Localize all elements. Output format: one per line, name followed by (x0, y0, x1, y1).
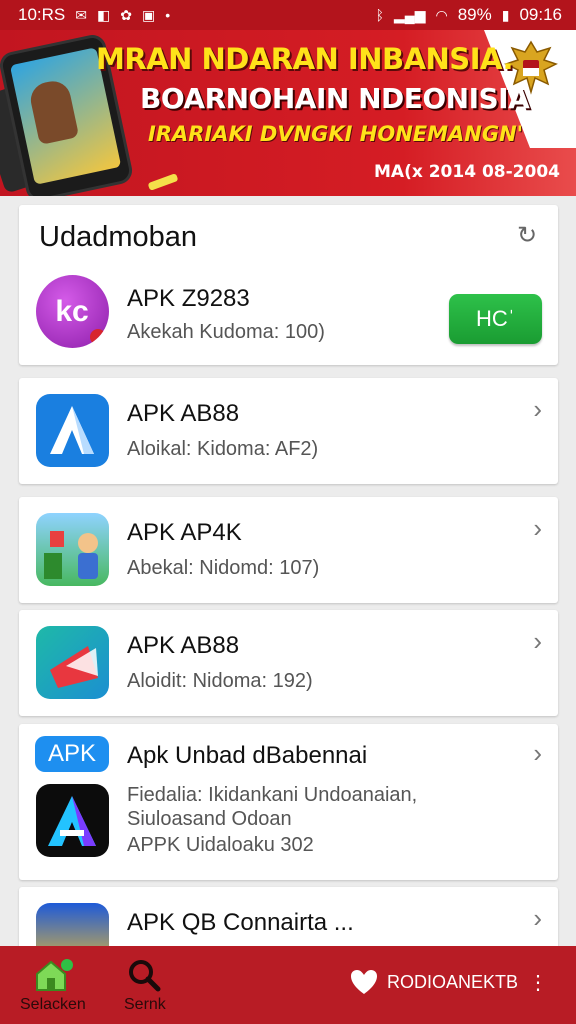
battery-percent: 89% (457, 5, 492, 24)
list-item[interactable]: APK AB88 Aloikal: Kidoma: AF2) › (19, 378, 558, 484)
chevron-right-icon[interactable]: › (533, 513, 542, 544)
banner-title-1: MRAN NDARAN INBANSIA. (96, 42, 513, 76)
dot-icon: • (165, 7, 171, 23)
app-icon-kc[interactable]: kc (36, 275, 109, 348)
svg-text:kc: kc (55, 295, 88, 328)
banner-subtitle: IRARIAKI DVNGKI HONEMANGN' (148, 122, 524, 146)
chevron-right-icon[interactable]: › (533, 394, 542, 425)
banner-title-2: BOARNOHAIN NDEONISIA (140, 82, 530, 115)
more-options-icon[interactable]: ⋮ (528, 970, 548, 995)
promo-line-3: APPK Uidaloaku 302 (127, 834, 314, 856)
app-subtitle: Aloidit: Nidoma: 192) (127, 670, 313, 692)
app-icon-ab88-2 (36, 626, 109, 699)
promo-card[interactable]: APK Apk Unbad dBabennai Fiedalia: Ikidan… (19, 724, 558, 880)
app-name: APK AB88 (127, 400, 240, 427)
heart-icon (350, 970, 377, 994)
app-name: APK QB Connairta ... (127, 909, 354, 936)
nav-search-label: Sernk (124, 996, 166, 1013)
promo-line-1: Fiedalia: Ikidankani Undoanaian, (127, 784, 418, 806)
search-icon (128, 960, 161, 992)
install-button[interactable]: HCˈ (449, 294, 542, 344)
signal-icon: ▂▄▆ (394, 6, 426, 23)
chevron-right-icon[interactable]: › (533, 903, 542, 934)
mail-icon: ▣ (141, 6, 156, 23)
app-subtitle: Abekal: Nidomd: 107) (127, 557, 320, 579)
clock-left: 10:RS (18, 5, 66, 24)
nav-right-label: RODIOANEKTB (386, 971, 518, 992)
app-icon: ✿ (120, 6, 132, 23)
app-icon-apk-a (36, 784, 109, 857)
banner-date: MA(x 2014 08-2004 (374, 162, 560, 182)
promo-line-2: Siuloasand Odoan (127, 808, 292, 830)
nav-search[interactable]: Sernk (124, 958, 166, 1014)
home-icon (35, 959, 73, 991)
wifi-icon: ◠ (435, 6, 448, 23)
apk-badge: APK (35, 736, 109, 772)
featured-title: Udadmoban (39, 221, 197, 253)
nav-profile[interactable]: RODIOANEKTB ⋮ (349, 968, 548, 996)
list-item[interactable]: APK AP4K Abekal: Nidomd: 107) › (19, 497, 558, 603)
decor-stripe (147, 173, 179, 191)
app-name: APK AP4K (127, 519, 242, 546)
nav-home-label: Selacken (20, 996, 86, 1013)
message-icon: ✉ (75, 6, 87, 23)
bluetooth-icon: ᛒ (375, 7, 385, 23)
promo-title: Apk Unbad dBabennai (127, 742, 368, 769)
notification-icon: ◧ (96, 6, 111, 23)
clock-right: 09:16 (519, 5, 562, 24)
bottom-nav: Selacken Sernk RODIOANEKTB ⋮ (0, 946, 576, 1024)
refresh-icon[interactable]: ↻ (516, 223, 538, 249)
app-subtitle: Aloikal: Kidoma: AF2) (127, 438, 319, 460)
app-name: APK AB88 (127, 632, 240, 659)
status-bar: 10:RS ✉ ◧ ✿ ▣ • ᛒ ▂▄▆ ◠ 89% ▮ 09:16 (0, 0, 576, 30)
list-item[interactable]: APK AB88 Aloidit: Nidoma: 192) › (19, 610, 558, 716)
app-name[interactable]: APK Z9283 (127, 285, 250, 313)
chevron-right-icon[interactable]: › (533, 626, 542, 657)
app-icon-ab88 (36, 394, 109, 467)
promo-banner[interactable]: MRAN NDARAN INBANSIA. BOARNOHAIN NDEONIS… (0, 30, 576, 196)
app-icon-ap4k (36, 513, 109, 586)
app-subtitle: Akekah Kudoma: 100) (127, 321, 325, 343)
battery-icon: ▮ (501, 6, 510, 23)
featured-card: Udadmoban ↻ kc APK Z9283 Akekah Kudoma: … (19, 205, 558, 365)
nav-home[interactable]: Selacken (20, 958, 86, 1014)
chevron-right-icon[interactable]: › (533, 738, 542, 769)
